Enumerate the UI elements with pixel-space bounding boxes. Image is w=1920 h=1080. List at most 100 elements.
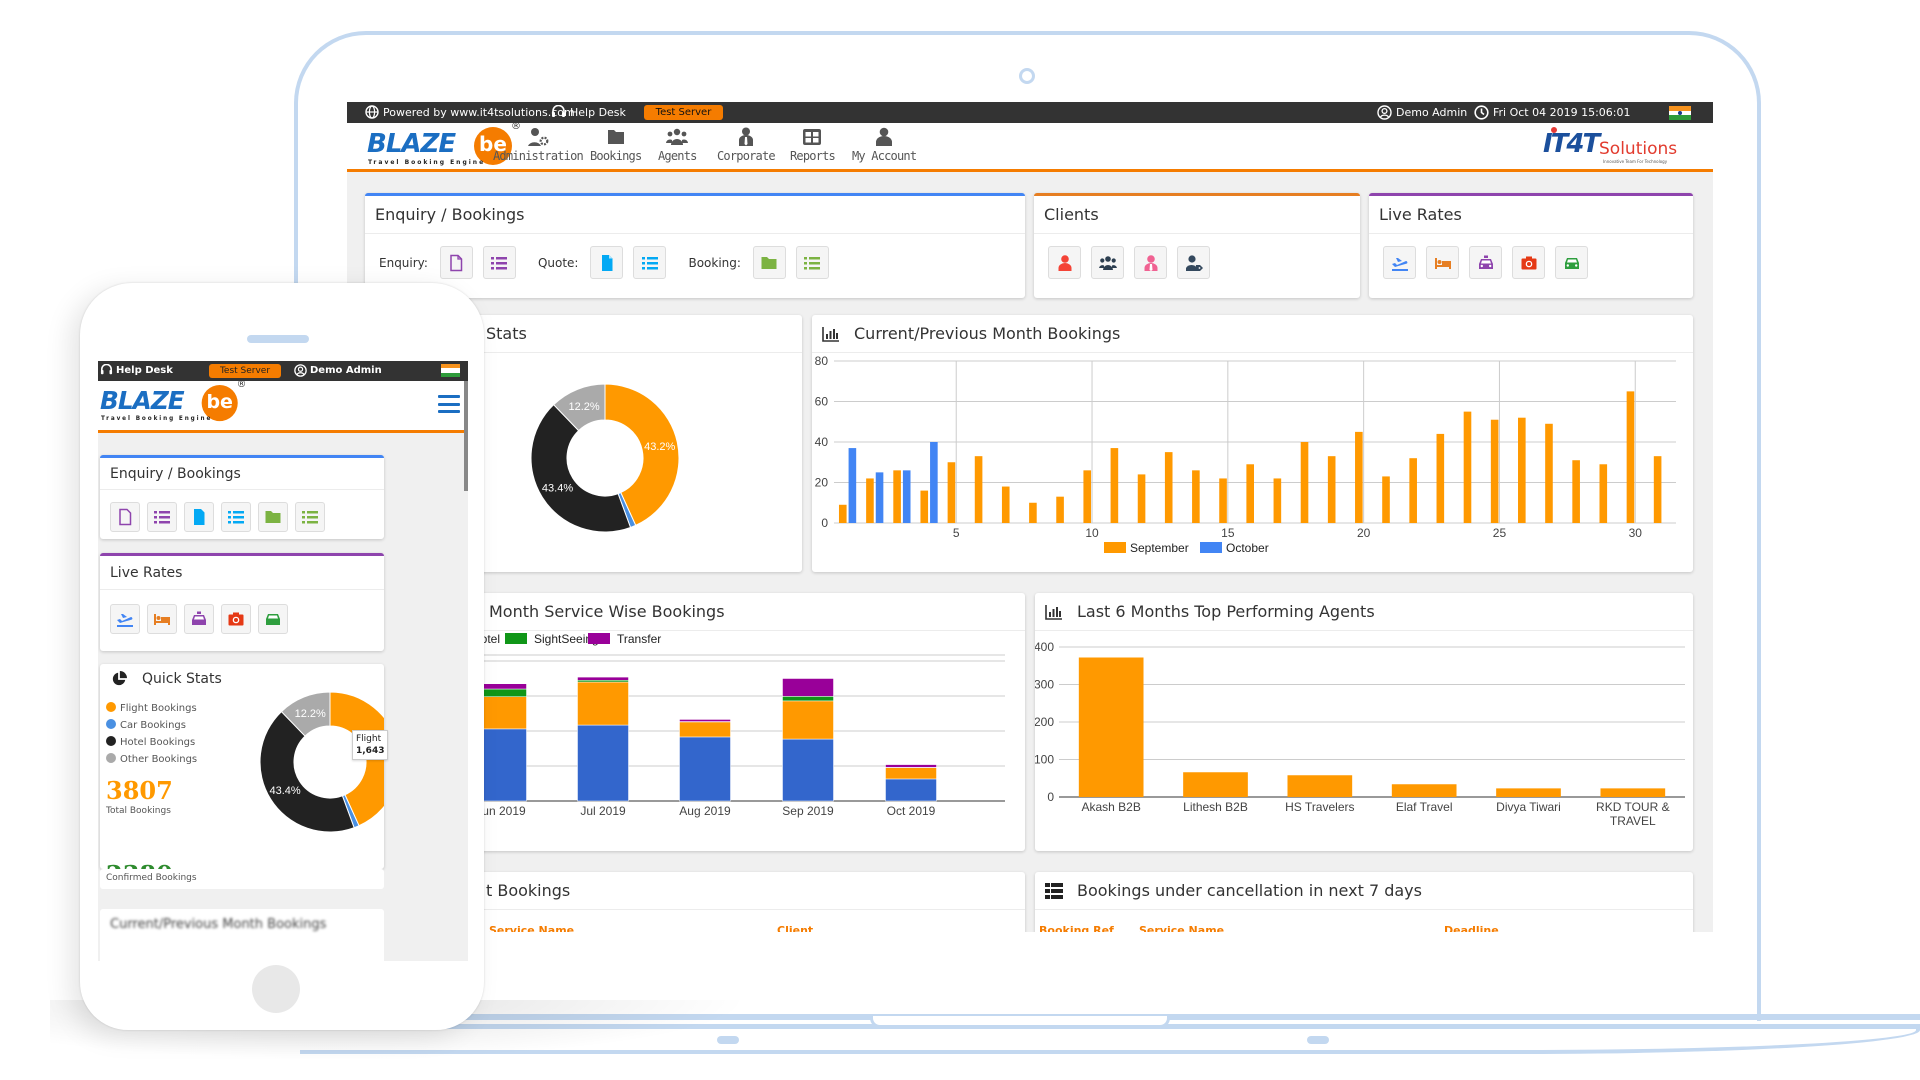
pie-label: 43.4%: [269, 785, 300, 797]
y-tick-label: 100: [1035, 753, 1054, 767]
bar-september-day-19: [1327, 456, 1336, 523]
new-booking-button[interactable]: [752, 246, 786, 279]
laptop-camera: [1019, 68, 1035, 84]
column-header-deadline[interactable]: Deadline: [1444, 924, 1499, 932]
legend-label-september: September: [1130, 541, 1189, 555]
it4t-logo[interactable]: IT4T Solutions Innovative Team For Techn…: [1543, 127, 1693, 167]
mobile-enquiry-card: Enquiry / Bookings: [100, 455, 384, 539]
column-header-service-name[interactable]: Service Name: [489, 924, 574, 932]
blazebe-logo[interactable]: BLAZE be ® Travel Booking Engine: [100, 379, 252, 427]
column-header-client[interactable]: Client: [777, 924, 813, 932]
flight-rates-button[interactable]: [110, 604, 140, 634]
mobile-month-bookings-card: Current/Previous Month Bookings: [100, 909, 384, 961]
laptop-foot-right: [1307, 1036, 1329, 1044]
taxi-rates-button[interactable]: [184, 604, 214, 634]
mobile-scrollbar[interactable]: [464, 381, 468, 491]
mobile-navbar: BLAZE be ® Travel Booking Engine: [98, 379, 468, 433]
bar-september-day-3: [893, 470, 901, 523]
taxi-icon: [192, 611, 206, 625]
car-rates-button[interactable]: [1555, 246, 1588, 279]
enquiry-actions: Enquiry: Quote: Booking:: [365, 234, 1025, 279]
list-icon: [804, 256, 821, 269]
mobile-user-menu[interactable]: Demo Admin: [294, 364, 382, 377]
new-booking-button[interactable]: [258, 502, 288, 532]
mobile-help-desk-link[interactable]: Help Desk: [100, 364, 173, 376]
hotel-rates-button[interactable]: [1426, 246, 1459, 279]
india-flag-icon[interactable]: [1669, 106, 1691, 120]
car-icon: [1564, 257, 1579, 269]
bar-september-day-22: [1409, 458, 1417, 523]
main-navbar: BLAZE be ® Travel Booking Engine Adminis…: [347, 121, 1713, 172]
stacked-bar-hotel-sep-2019: [782, 700, 834, 740]
car-rates-button[interactable]: [258, 604, 288, 634]
flight-rates-button[interactable]: [1383, 246, 1416, 279]
booking-list-button[interactable]: [795, 246, 829, 279]
it4t-tagline: Innovative Team For Technology: [1603, 159, 1668, 164]
user-menu[interactable]: Demo Admin: [1377, 105, 1467, 120]
quote-list-button[interactable]: [633, 246, 667, 279]
hamburger-menu-icon[interactable]: [438, 395, 460, 413]
y-tick-label: 80: [815, 354, 829, 368]
client-tag-button[interactable]: [1177, 246, 1210, 279]
enquiry-list-button[interactable]: [482, 246, 516, 279]
nav-reports[interactable]: Reports: [790, 127, 836, 163]
sightseeing-rates-button[interactable]: [1512, 246, 1545, 279]
x-tick-label: 5: [953, 526, 960, 540]
bar-september-day-5: [947, 462, 956, 523]
top-agents-card: Last 6 Months Top Performing Agents 0 100…: [1035, 593, 1693, 851]
folder-icon: [761, 256, 777, 269]
bar-september-day-17: [1273, 478, 1282, 523]
card-header: Live Rates: [100, 556, 384, 590]
clients-actions: [1034, 234, 1360, 279]
stacked-bar-flight-oct-2019: [885, 778, 937, 802]
legend-swatch-sightseeing: [505, 633, 527, 644]
bar-september-day-18: [1300, 442, 1309, 523]
pie-label: 12.2%: [568, 401, 599, 413]
nav-label: Administration: [493, 149, 584, 163]
sightseeing-rates-button[interactable]: [221, 604, 251, 634]
user-name: Demo Admin: [310, 365, 382, 376]
hotel-rates-button[interactable]: [147, 604, 177, 634]
client-corporate-button[interactable]: [1134, 246, 1167, 279]
bar-october-day-2: [875, 472, 884, 523]
powered-by-link[interactable]: Powered by www.it4tsolutions.com: [365, 105, 575, 119]
nav-corporate[interactable]: Corporate: [717, 127, 776, 163]
column-header-service-name[interactable]: Service Name: [1139, 924, 1224, 932]
x-tick-label: 25: [1493, 526, 1507, 540]
flight-icon: [1391, 257, 1408, 271]
mobile-live-rates-actions: [100, 590, 384, 634]
nav-my-account[interactable]: My Account: [852, 127, 917, 163]
bar-elaf-travel: [1391, 784, 1457, 797]
card-title: Enquiry / Bookings: [110, 465, 241, 482]
user-icon: [876, 127, 893, 146]
bar-september-day-7: [1001, 486, 1010, 523]
new-quote-button[interactable]: [184, 502, 214, 532]
india-flag-icon[interactable]: [441, 364, 460, 377]
client-group-button[interactable]: [1091, 246, 1124, 279]
y-tick-label: 0: [821, 516, 828, 530]
x-tick-label: Aug 2019: [679, 804, 731, 818]
column-header-booking-ref[interactable]: Booking Ref: [1039, 924, 1114, 932]
y-tick-label: 300: [1035, 678, 1054, 692]
quote-list-button[interactable]: [221, 502, 251, 532]
new-enquiry-button[interactable]: [439, 246, 473, 279]
datetime-text: Fri Oct 04 2019 15:06:01: [1493, 106, 1631, 119]
new-enquiry-button[interactable]: [110, 502, 140, 532]
camera-icon: [228, 612, 244, 626]
grid-icon: [803, 129, 822, 145]
enquiry-list-button[interactable]: [147, 502, 177, 532]
client-individual-button[interactable]: [1048, 246, 1081, 279]
legend-swatch-september: [1104, 542, 1126, 553]
help-desk-link[interactable]: Help Desk: [551, 105, 626, 119]
taxi-rates-button[interactable]: [1469, 246, 1502, 279]
nav-bookings[interactable]: Bookings: [590, 127, 642, 163]
flight-icon: [117, 614, 133, 627]
phone-home-button[interactable]: [252, 965, 300, 1013]
month-bookings-card: Current/Previous Month Bookings 0 20 40 60 8…: [812, 315, 1693, 572]
nav-administration[interactable]: Administration: [493, 127, 584, 163]
card-header: Enquiry / Bookings: [100, 458, 384, 490]
booking-list-button[interactable]: [295, 502, 325, 532]
new-quote-button[interactable]: [590, 246, 624, 279]
enquiry-bookings-card: Enquiry / Bookings Enquiry: Quote: Booki…: [365, 193, 1025, 298]
nav-agents[interactable]: Agents: [658, 127, 697, 163]
